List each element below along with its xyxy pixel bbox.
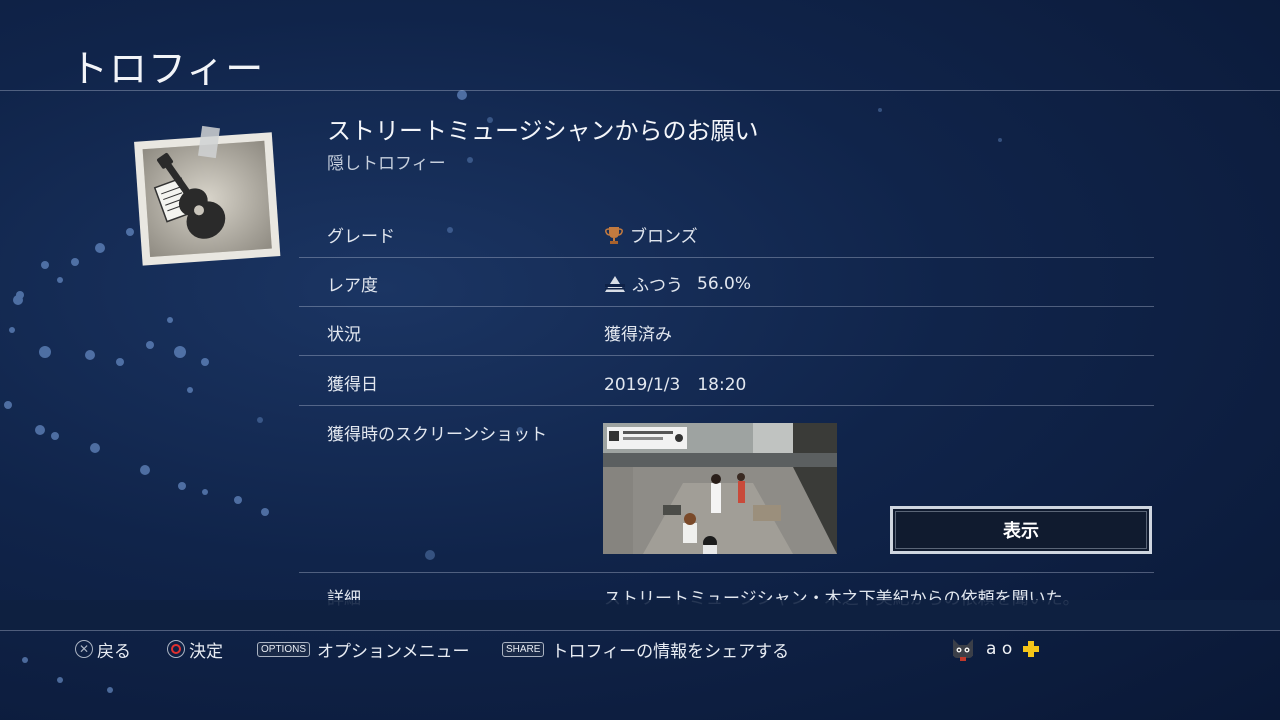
circle-button-icon — [167, 640, 185, 658]
rarity-pyramid-icon — [605, 275, 625, 292]
status-label: 状況 — [327, 325, 361, 345]
rarity-text: ふつう — [632, 276, 683, 296]
trophy-name: ストリートミュージシャンからのお願い — [327, 117, 759, 145]
back-hint[interactable]: ✕ 戻る — [75, 636, 131, 662]
grade-label: グレード — [327, 227, 395, 247]
date-label: 獲得日 — [327, 375, 378, 395]
guitar-photo-icon — [134, 125, 281, 266]
share-hint[interactable]: SHARE トロフィーの情報をシェアする — [502, 636, 789, 662]
cat-avatar-icon — [953, 639, 973, 661]
confirm-hint[interactable]: 決定 — [167, 636, 223, 662]
trophy-screenshot-thumbnail — [603, 423, 837, 554]
ps-plus-icon — [1023, 641, 1040, 657]
grade-text: ブロンズ — [630, 227, 698, 247]
rarity-percent: 56.0% — [697, 273, 752, 294]
status-value: 獲得済み — [604, 325, 672, 345]
share-label: トロフィーの情報をシェアする — [551, 641, 790, 662]
row-divider — [299, 306, 1154, 307]
scroll-fade — [0, 600, 1280, 630]
user-info[interactable]: a o — [950, 636, 1040, 662]
header-divider — [0, 90, 1280, 91]
page-title: トロフィー — [70, 47, 265, 91]
bronze-trophy-icon — [605, 226, 623, 244]
grade-value: ブロンズ — [604, 222, 698, 247]
trophy-type: 隠しトロフィー — [327, 154, 446, 174]
options-label: オプションメニュー — [317, 641, 470, 662]
footer-divider — [0, 630, 1280, 631]
screenshot-label: 獲得時のスクリーンショット — [327, 425, 548, 445]
options-button-icon: OPTIONS — [257, 641, 311, 657]
row-divider — [299, 405, 1154, 406]
row-divider — [299, 355, 1154, 356]
show-screenshot-button[interactable]: 表示 — [890, 506, 1152, 554]
options-hint[interactable]: OPTIONS オプションメニュー — [257, 636, 470, 662]
street-scene-image — [603, 423, 837, 554]
share-button-icon: SHARE — [502, 641, 545, 657]
row-divider — [299, 572, 1154, 573]
user-name: a o — [986, 639, 1013, 659]
back-label: 戻る — [97, 641, 131, 662]
confirm-label: 決定 — [189, 641, 223, 662]
rarity-label: レア度 — [327, 276, 378, 296]
rarity-value: ふつう 56.0% — [604, 271, 751, 296]
cross-button-icon: ✕ — [75, 640, 93, 658]
row-divider — [299, 257, 1154, 258]
date-value: 2019/1/3 18:20 — [604, 375, 747, 395]
